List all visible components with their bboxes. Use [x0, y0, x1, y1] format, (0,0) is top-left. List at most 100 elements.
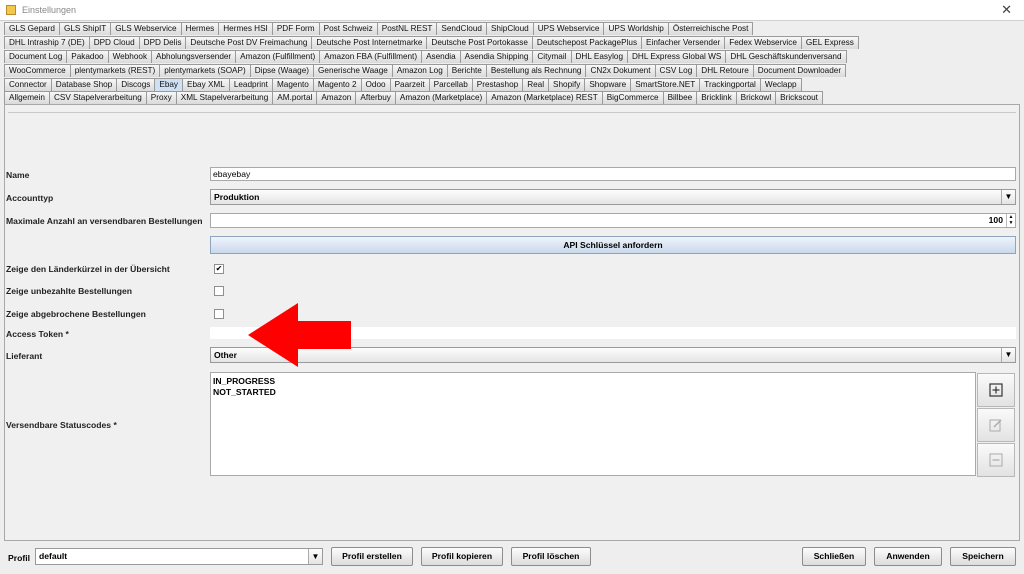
chevron-down-icon[interactable]: ▼: [1001, 348, 1015, 362]
tab-gls-webservice[interactable]: GLS Webservice: [110, 22, 182, 35]
tab-brickscout[interactable]: Brickscout: [775, 91, 823, 104]
country-code-checkbox[interactable]: ✔: [214, 264, 224, 274]
save-button[interactable]: Speichern: [950, 547, 1016, 566]
close-icon[interactable]: ✕: [1001, 2, 1012, 18]
tab-dhl-easylog[interactable]: DHL Easylog: [570, 50, 628, 63]
tab-amazon-marketplace[interactable]: Amazon (Marketplace): [394, 91, 488, 104]
tab-generische-waage[interactable]: Generische Waage: [313, 64, 393, 77]
chevron-down-icon[interactable]: ▼: [308, 549, 322, 564]
tab-österreichische-post[interactable]: Österreichische Post: [667, 22, 754, 35]
tab-dhl-retoure[interactable]: DHL Retoure: [696, 64, 754, 77]
accounttyp-select[interactable]: Produktion ▼: [210, 189, 1016, 205]
tab-document-log[interactable]: Document Log: [4, 50, 68, 63]
tab-afterbuy[interactable]: Afterbuy: [355, 91, 396, 104]
tab-sendcloud[interactable]: SendCloud: [436, 22, 487, 35]
tab-gel-express[interactable]: GEL Express: [800, 36, 859, 49]
tab-pakadoo[interactable]: Pakadoo: [66, 50, 109, 63]
tab-brickowl[interactable]: Brickowl: [735, 91, 777, 104]
tab-discogs[interactable]: Discogs: [116, 78, 156, 91]
tab-parcellab[interactable]: Parcellab: [428, 78, 473, 91]
remove-status-button[interactable]: [977, 443, 1015, 477]
spinner-buttons[interactable]: ▲ ▼: [1006, 214, 1015, 227]
tab-leadprint[interactable]: Leadprint: [228, 78, 273, 91]
tab-asendia-shipping[interactable]: Asendia Shipping: [459, 50, 534, 63]
tab-weclapp[interactable]: Weclapp: [759, 78, 802, 91]
tab-ebay-xml[interactable]: Ebay XML: [182, 78, 230, 91]
tab-proxy[interactable]: Proxy: [145, 91, 177, 104]
tab-connector[interactable]: Connector: [4, 78, 52, 91]
tab-ups-webservice[interactable]: UPS Webservice: [532, 22, 605, 35]
list-item[interactable]: IN_PROGRESS: [213, 376, 973, 387]
tab-asendia[interactable]: Asendia: [421, 50, 461, 63]
tab-citymail[interactable]: Citymail: [532, 50, 572, 63]
tab-deutsche-post-internetmarke[interactable]: Deutsche Post Internetmarke: [311, 36, 428, 49]
tab-postnl-rest[interactable]: PostNL REST: [376, 22, 438, 35]
tab-pdf-form[interactable]: PDF Form: [271, 22, 320, 35]
max-orders-spinner[interactable]: 100 ▲ ▼: [210, 213, 1016, 228]
tab-amazon-log[interactable]: Amazon Log: [391, 64, 448, 77]
tab-magento[interactable]: Magento: [271, 78, 314, 91]
profil-erstellen-button[interactable]: Profil erstellen: [331, 547, 413, 566]
tab-shopify[interactable]: Shopify: [548, 78, 586, 91]
status-codes-list[interactable]: IN_PROGRESS NOT_STARTED: [210, 372, 976, 476]
tab-trackingportal[interactable]: Trackingportal: [699, 78, 761, 91]
chevron-down-icon[interactable]: ▼: [1001, 190, 1015, 204]
tab-berichte[interactable]: Berichte: [446, 64, 487, 77]
tab-dpd-cloud[interactable]: DPD Cloud: [88, 36, 140, 49]
edit-status-button[interactable]: [977, 408, 1015, 442]
tab-dipse-waage[interactable]: Dipse (Waage): [249, 64, 315, 77]
tab-webhook[interactable]: Webhook: [107, 50, 153, 63]
list-item[interactable]: NOT_STARTED: [213, 387, 973, 398]
tab-cn2x-dokument[interactable]: CN2x Dokument: [585, 64, 656, 77]
tab-dhl-express-global-ws[interactable]: DHL Express Global WS: [627, 50, 727, 63]
tab-bestellung-als-rechnung[interactable]: Bestellung als Rechnung: [485, 64, 587, 77]
tab-billbee[interactable]: Billbee: [662, 91, 698, 104]
profil-loeschen-button[interactable]: Profil löschen: [511, 547, 591, 566]
tab-xml-stapelverarbeitung[interactable]: XML Stapelverarbeitung: [175, 91, 274, 104]
tab-smartstore-net[interactable]: SmartStore.NET: [630, 78, 701, 91]
add-status-button[interactable]: [977, 373, 1015, 407]
tab-ups-worldship[interactable]: UPS Worldship: [603, 22, 669, 35]
tab-bricklink[interactable]: Bricklink: [696, 91, 737, 104]
tab-csv-stapelverarbeitung[interactable]: CSV Stapelverarbeitung: [48, 91, 147, 104]
close-button[interactable]: Schließen: [802, 547, 866, 566]
tab-dhl-geschäftskundenversand[interactable]: DHL Geschäftskundenversand: [725, 50, 847, 63]
tab-dhl-intraship-7-de[interactable]: DHL Intraship 7 (DE): [4, 36, 90, 49]
tab-einfacher-versender[interactable]: Einfacher Versender: [641, 36, 726, 49]
tab-gls-gepard[interactable]: GLS Gepard: [4, 22, 60, 35]
tab-document-downloader[interactable]: Document Downloader: [752, 64, 847, 77]
tab-deutsche-post-dv-freimachung[interactable]: Deutsche Post DV Freimachung: [185, 36, 313, 49]
profil-kopieren-button[interactable]: Profil kopieren: [421, 547, 503, 566]
profil-select[interactable]: default ▼: [35, 548, 323, 565]
tab-shipcloud[interactable]: ShipCloud: [485, 22, 534, 35]
tab-prestashop[interactable]: Prestashop: [471, 78, 524, 91]
tab-dpd-delis[interactable]: DPD Delis: [138, 36, 187, 49]
tab-amazon-marketplace-rest[interactable]: Amazon (Marketplace) REST: [486, 91, 603, 104]
cancelled-orders-checkbox[interactable]: [214, 309, 224, 319]
tab-amazon-fulfillment[interactable]: Amazon (Fulfillment): [235, 50, 321, 63]
tab-plentymarkets-rest[interactable]: plentymarkets (REST): [69, 64, 161, 77]
tab-hermes[interactable]: Hermes: [180, 22, 220, 35]
tab-database-shop[interactable]: Database Shop: [50, 78, 118, 91]
tab-magento-2[interactable]: Magento 2: [312, 78, 362, 91]
spin-down-icon[interactable]: ▼: [1009, 220, 1014, 226]
tab-amazon-fba-fulfillment[interactable]: Amazon FBA (Fulfillment): [319, 50, 423, 63]
tab-shopware[interactable]: Shopware: [584, 78, 632, 91]
tab-deutsche-post-portokasse[interactable]: Deutsche Post Portokasse: [426, 36, 533, 49]
tab-fedex-webservice[interactable]: Fedex Webservice: [724, 36, 802, 49]
tab-post-schweiz[interactable]: Post Schweiz: [318, 22, 378, 35]
name-field[interactable]: ebayebay: [210, 167, 1016, 181]
tab-deutschepost-packageplus[interactable]: Deutschepost PackagePlus: [531, 36, 643, 49]
tab-woocommerce[interactable]: WooCommerce: [4, 64, 71, 77]
tab-allgemein[interactable]: Allgemein: [4, 91, 50, 104]
tab-ebay[interactable]: Ebay: [154, 78, 184, 91]
tab-odoo[interactable]: Odoo: [360, 78, 391, 91]
tab-amazon[interactable]: Amazon: [316, 91, 357, 104]
tab-plentymarkets-soap[interactable]: plentymarkets (SOAP): [159, 64, 251, 77]
tab-hermes-hsi[interactable]: Hermes HSI: [218, 22, 273, 35]
tab-am-portal[interactable]: AM.portal: [272, 91, 318, 104]
tab-paarzeit[interactable]: Paarzeit: [389, 78, 430, 91]
tab-gls-shipit[interactable]: GLS ShipIT: [58, 22, 112, 35]
tab-real[interactable]: Real: [522, 78, 550, 91]
api-key-button[interactable]: API Schlüssel anfordern: [210, 236, 1016, 254]
